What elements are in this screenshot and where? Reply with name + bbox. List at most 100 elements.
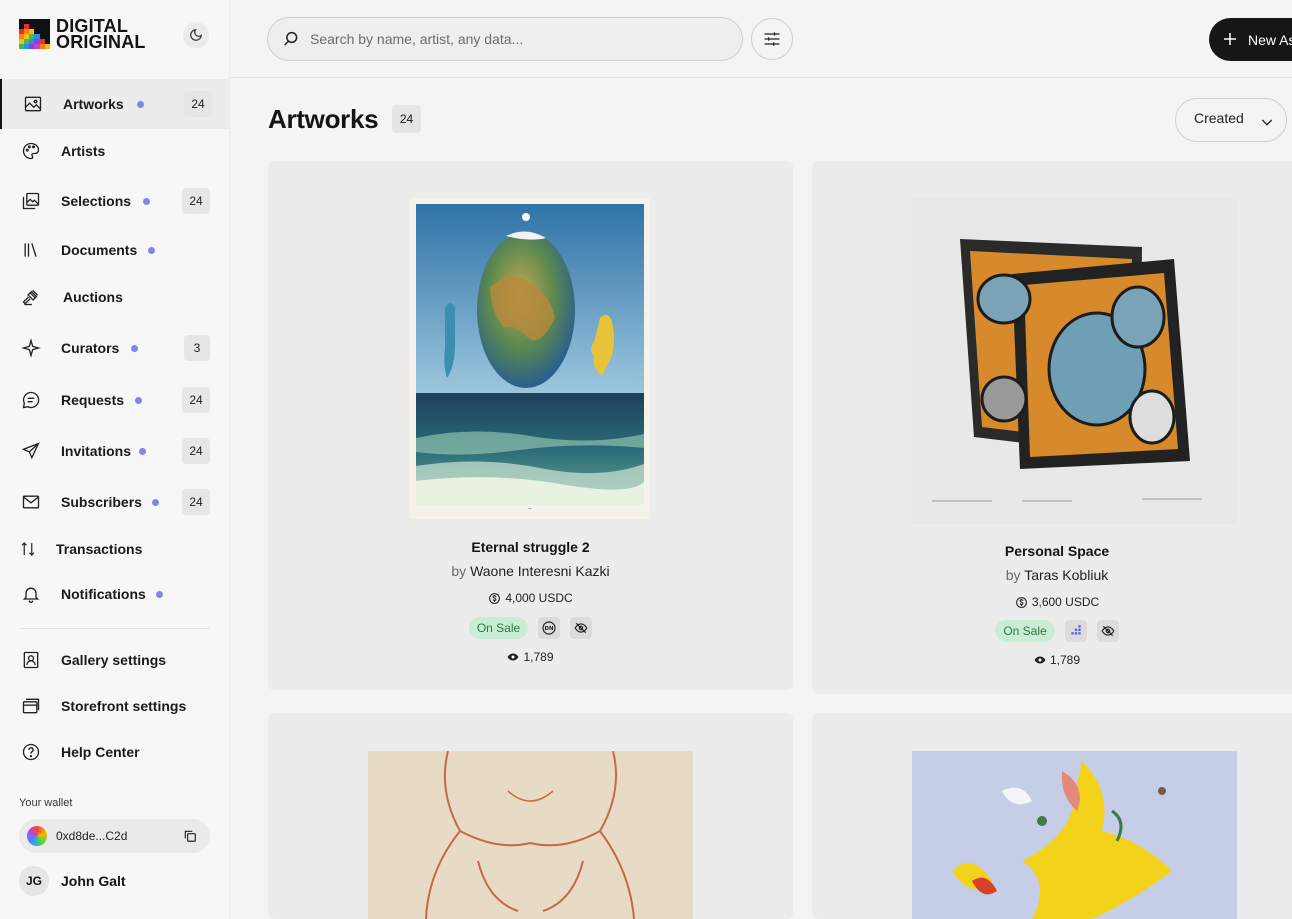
new-asset-button[interactable]: New As [1209,18,1292,61]
copy-icon[interactable] [183,829,197,843]
sort-label: Created [1194,110,1244,126]
sidebar-item-auctions[interactable]: Auctions [0,272,230,322]
artwork-tags: On Sale [812,620,1292,642]
artwork-title[interactable]: Eternal struggle 2 [268,539,793,555]
artwork-views: 1,789 [268,650,793,664]
artwork-card[interactable] [812,713,1292,919]
window-stack-icon [20,695,42,717]
unread-dot [135,396,142,404]
brand-logo[interactable]: DIGITAL ORIGINAL [19,17,146,51]
wallet-label: Your wallet [19,797,73,809]
library-icon [20,239,42,261]
artist-name[interactable]: Waone Interesni Kazki [470,563,610,579]
unread-dot [139,447,146,455]
artworks-count-badge: 24 [392,105,421,133]
plus-icon [1224,33,1236,45]
artwork-artist: by Taras Kobliuk [812,567,1292,583]
sliders-icon [764,32,780,46]
sidebar-item-subscribers[interactable]: Subscribers 24 [0,477,230,527]
count-badge: 24 [182,489,210,515]
new-asset-label: New As [1248,31,1292,48]
eye-off-icon[interactable] [570,617,593,639]
sidebar-item-artists[interactable]: Artists [0,126,230,176]
status-badge: On Sale [468,617,529,639]
sidebar-item-gallery-settings[interactable]: Gallery settings [0,635,230,685]
user-profile[interactable]: JG John Galt [19,866,126,896]
sidebar-item-label: Transactions [56,541,143,557]
unread-dot [143,197,150,205]
artwork-card[interactable]: Personal Space by Taras Kobliuk 3,600 US… [812,161,1292,694]
eye-off-icon[interactable] [1096,620,1119,642]
eye-icon [1034,656,1046,664]
sidebar-item-label: Storefront settings [61,698,187,714]
count-badge: 24 [182,188,210,214]
views-count: 1,789 [523,650,554,664]
unread-dot [137,100,144,108]
brand-name: DIGITAL ORIGINAL [56,17,146,51]
artwork-title[interactable]: Personal Space [812,543,1292,559]
palette-icon [20,140,42,162]
bell-icon [20,583,42,605]
bars-chart-icon [1064,620,1087,642]
sidebar-item-curators[interactable]: Curators 3 [0,323,230,373]
unread-dot [148,246,155,254]
artwork-tags: On Sale DN [268,617,793,639]
unread-dot [156,590,163,598]
artwork-image[interactable]: ~ [410,198,650,519]
wallet-address: 0xd8de...C2d [56,829,128,843]
sidebar-item-label: Documents [61,242,138,258]
sidebar-item-label: Notifications [61,586,146,602]
gallery-stack-icon [20,190,42,212]
unread-dot [152,498,159,506]
sidebar-item-label: Gallery settings [61,652,167,668]
svg-text:~: ~ [528,506,532,512]
sidebar-item-label: Help Center [61,744,140,760]
artwork-sketch-thumbnail [368,751,693,919]
theme-toggle-button[interactable] [183,22,209,48]
sort-select[interactable]: Created [1175,98,1287,142]
sidebar-item-notifications[interactable]: Notifications [0,569,230,619]
usdc-coin-icon [1015,596,1027,608]
send-icon [20,440,42,462]
sidebar-item-invitations[interactable]: Invitations 24 [0,426,230,476]
filter-button[interactable] [751,18,793,60]
usdc-coin-icon [489,592,501,604]
moon-icon [190,29,202,41]
sidebar-item-requests[interactable]: Requests 24 [0,375,230,425]
count-badge: 24 [184,91,212,117]
artwork-image[interactable] [368,751,693,919]
sidebar-item-label: Invitations [61,443,132,459]
sidebar-divider [20,628,210,629]
sidebar-item-label: Artists [61,143,106,159]
search-input[interactable] [310,28,730,50]
views-count: 1,789 [1049,653,1081,667]
artwork-image[interactable] [912,751,1237,919]
artwork-card[interactable] [268,713,793,919]
artwork-image[interactable] [912,199,1237,524]
artwork-card[interactable]: ~ Eternal struggle 2 by Waone Interesni … [268,161,793,690]
sidebar-item-storefront-settings[interactable]: Storefront settings [0,681,230,731]
arrows-updown-icon [17,538,39,560]
user-frame-icon [20,649,42,671]
status-badge: On Sale [995,620,1055,642]
artist-name[interactable]: Taras Kobliuk [1024,567,1108,583]
unread-dot [131,344,138,352]
sidebar-item-transactions[interactable]: Transactions [0,524,230,574]
price-value: 3,600 USDC [1031,595,1100,609]
eye-icon [507,653,519,661]
sidebar-item-selections[interactable]: Selections 24 [0,176,230,226]
dn-badge-icon: DN [538,617,561,639]
sidebar-item-label: Auctions [63,289,123,305]
sidebar: DIGITAL ORIGINAL Artworks 24 Artists Sel… [0,0,230,919]
artwork-abstract-thumbnail [912,751,1237,919]
count-badge: 24 [182,438,210,464]
chevron-down-icon [1261,119,1273,126]
search-icon [284,31,298,46]
sidebar-item-label: Curators [61,340,120,356]
chat-bubble-icon [20,389,42,411]
sidebar-item-artworks[interactable]: Artworks 24 [0,79,230,129]
sidebar-item-documents[interactable]: Documents [0,225,230,275]
sidebar-item-help-center[interactable]: Help Center [0,727,230,777]
artist-by-label: by [1005,567,1021,583]
sidebar-item-label: Selections [61,193,132,209]
